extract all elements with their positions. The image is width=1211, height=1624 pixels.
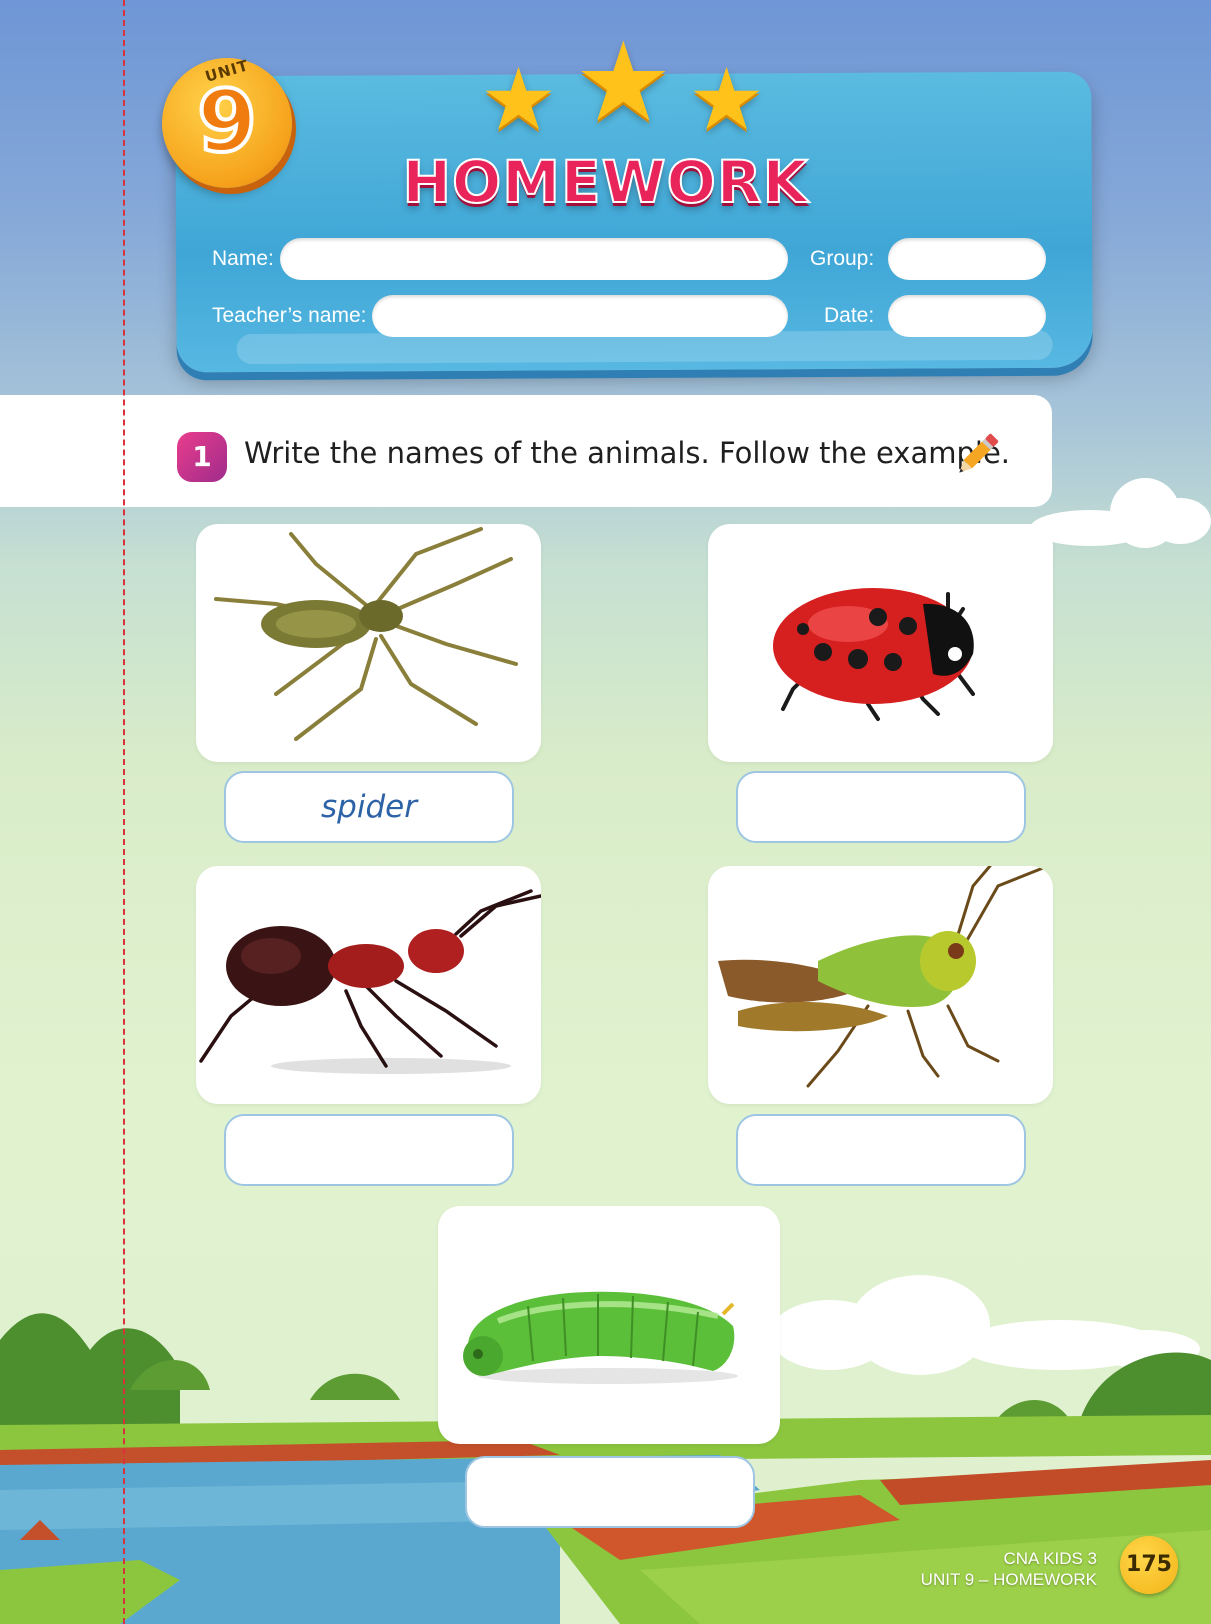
name-label: Name: (212, 247, 274, 270)
star-icon: ★ (688, 50, 766, 150)
answer-box-caterpillar[interactable] (465, 1456, 755, 1528)
picture-card-caterpillar (438, 1206, 780, 1444)
group-field[interactable] (888, 238, 1046, 280)
homework-page: UNIT 9 ★ ★ ★ HOMEWORK Name: Group: Teach… (0, 0, 1211, 1624)
exercise-number: 1 (177, 432, 227, 482)
page-title: HOMEWORK (401, 147, 809, 217)
answer-box-ladybug[interactable] (736, 771, 1026, 843)
answer-box-ant[interactable] (224, 1114, 514, 1186)
spider-icon (214, 527, 518, 741)
picture-card-spider (196, 524, 541, 762)
date-field[interactable] (888, 295, 1046, 337)
page-number: 175 (1120, 1536, 1178, 1594)
stars-decoration: ★ ★ ★ (480, 18, 790, 150)
pencil-icon (959, 433, 999, 473)
grasshopper-icon (718, 866, 1050, 1088)
name-field[interactable] (280, 238, 788, 280)
ant-icon (199, 889, 541, 1074)
footer-book-title: CNA KIDS 3 (1003, 1549, 1097, 1568)
star-icon: ★ (480, 50, 558, 150)
picture-card-ant (196, 866, 541, 1104)
cut-line (123, 0, 125, 1624)
teacher-name-label: Teacher’s name: (212, 304, 367, 327)
footer-section: UNIT 9 – HOMEWORK (920, 1570, 1097, 1589)
teacher-name-field[interactable] (372, 295, 788, 337)
picture-card-grasshopper (708, 866, 1053, 1104)
caterpillar-icon (463, 1291, 738, 1384)
answer-box-grasshopper[interactable] (736, 1114, 1026, 1186)
picture-card-ladybug (708, 524, 1053, 762)
group-label: Group: (810, 247, 875, 270)
ladybug-icon (773, 588, 975, 721)
date-label: Date: (824, 304, 875, 327)
star-icon: ★ (574, 18, 673, 146)
answer-box-spider[interactable]: spider (224, 771, 514, 843)
exercise-instruction: Write the names of the animals. Follow t… (244, 436, 1011, 470)
